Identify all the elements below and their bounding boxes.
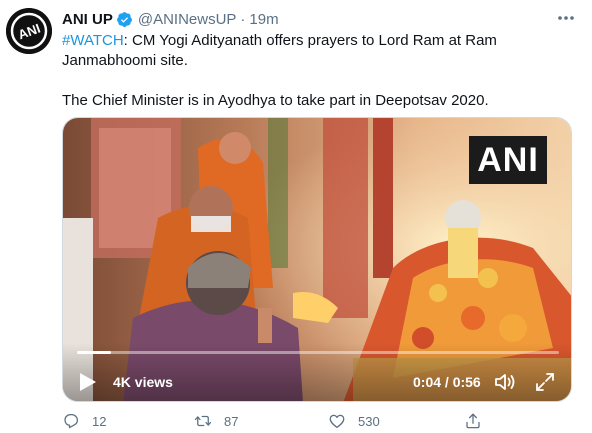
video-timecode: 0:04 / 0:56: [413, 374, 481, 390]
more-options-button[interactable]: [554, 8, 578, 28]
separator-dot: ·: [240, 10, 246, 28]
tweet-text: #WATCH: CM Yogi Adityanath offers prayer…: [62, 31, 572, 111]
author-handle[interactable]: @ANINewsUP: [138, 11, 237, 28]
video-player[interactable]: ANI 4K views 0:04 / 0:56: [62, 117, 572, 402]
ani-watermark: ANI: [469, 136, 547, 184]
play-icon[interactable]: [79, 372, 97, 392]
tweet-actions: 12 87 530: [62, 410, 572, 432]
reply-icon: [64, 413, 79, 429]
volume-muted-icon[interactable]: [493, 370, 517, 394]
timestamp[interactable]: 19m: [249, 11, 278, 28]
reply-button[interactable]: 12: [62, 410, 106, 432]
share-button[interactable]: [464, 410, 494, 432]
reply-count: 12: [92, 413, 107, 429]
retweet-count: 87: [224, 413, 239, 429]
fullscreen-icon[interactable]: [533, 370, 557, 394]
retweet-icon: [194, 415, 212, 427]
tweet-paragraph-1: #WATCH: CM Yogi Adityanath offers prayer…: [62, 31, 572, 71]
hashtag-link[interactable]: #WATCH: [62, 32, 124, 49]
ani-logo-icon: ANI: [6, 8, 52, 54]
retweet-button[interactable]: 87: [194, 410, 238, 432]
video-progress-bar[interactable]: [77, 351, 559, 354]
more-horizontal-icon: [558, 16, 574, 20]
share-icon: [466, 413, 480, 429]
verified-badge-icon: [116, 11, 132, 27]
heart-icon: [329, 414, 345, 429]
author-name[interactable]: ANI UP: [62, 11, 113, 28]
tweet-header: ANI UP @ANINewsUP · 19m: [62, 9, 279, 29]
avatar[interactable]: ANI: [6, 8, 52, 54]
view-count: 4K views: [113, 374, 173, 390]
tweet-text-line2: The Chief Minister is in Ayodhya to take…: [62, 92, 489, 109]
video-progress-fill: [77, 351, 111, 354]
tweet-text-line1: : CM Yogi Adityanath offers prayers to L…: [62, 32, 497, 69]
tweet-card[interactable]: ANI ANI UP @ANINewsUP · 19m #WATCH: CM Y…: [0, 0, 592, 433]
like-button[interactable]: 530: [328, 410, 380, 432]
like-count: 530: [358, 413, 380, 429]
